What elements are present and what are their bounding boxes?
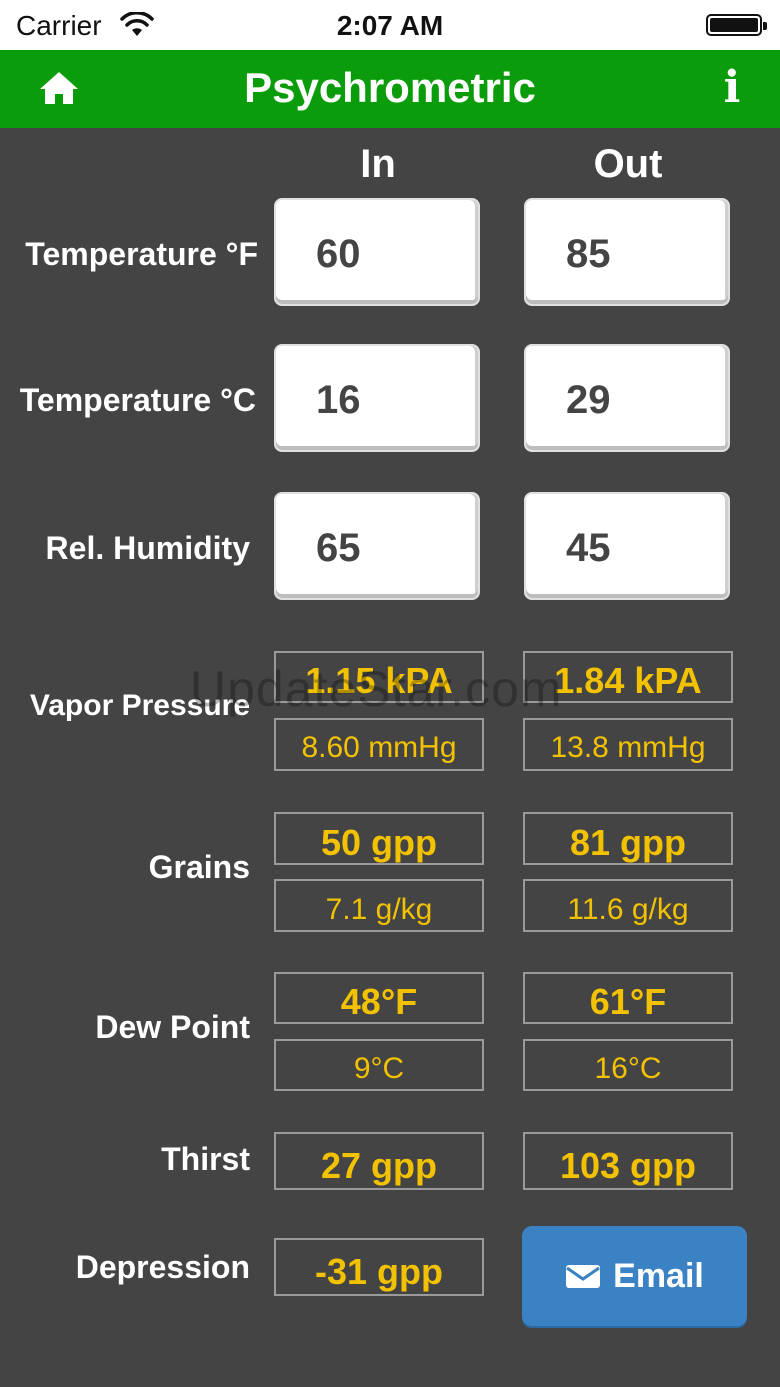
temperature-c-in-field[interactable]: 16 — [274, 344, 480, 452]
email-button[interactable]: Email — [522, 1226, 747, 1326]
clock: 2:07 AM — [336, 10, 444, 41]
temperature-f-label: Temperature °F — [25, 236, 258, 272]
thirst-out-value: 103 gpp — [523, 1132, 733, 1190]
temperature-c-in-value: 16 — [316, 378, 361, 422]
info-icon[interactable]: i — [712, 64, 752, 112]
rel-humidity-in-value: 65 — [316, 526, 361, 570]
rel-humidity-out-field[interactable]: 45 — [524, 492, 730, 600]
battery-icon — [706, 14, 767, 36]
temperature-f-in-value: 60 — [316, 232, 361, 276]
temperature-f-in-field[interactable]: 60 — [274, 198, 480, 306]
dew-point-label: Dew Point — [95, 1009, 250, 1045]
grains-out-gkg: 11.6 g/kg — [523, 879, 733, 932]
grains-in-gpp: 50 gpp — [274, 812, 484, 865]
envelope-icon — [566, 1265, 601, 1288]
watermark: UpdateStar.com — [190, 661, 563, 717]
rel-humidity-label: Rel. Humidity — [45, 530, 250, 566]
vapor-pressure-in-mmhg: 8.60 mmHg — [274, 718, 484, 771]
temperature-c-out-value: 29 — [566, 378, 611, 422]
page-title: Psychrometric — [244, 64, 536, 111]
depression-in-value: -31 gpp — [274, 1238, 484, 1296]
temperature-c-out-field[interactable]: 29 — [524, 344, 730, 452]
temperature-f-out-field[interactable]: 85 — [524, 198, 730, 306]
depression-label: Depression — [75, 1249, 250, 1285]
thirst-label: Thirst — [161, 1141, 250, 1177]
dew-point-out-c: 16°C — [523, 1039, 733, 1091]
dew-point-in-f: 48°F — [274, 972, 484, 1024]
column-header-in: In — [360, 142, 396, 186]
nav-bar: Psychrometric i — [0, 50, 780, 128]
vapor-pressure-out-mmhg: 13.8 mmHg — [523, 718, 733, 771]
email-button-label: Email — [613, 1256, 704, 1295]
temperature-f-out-value: 85 — [566, 232, 611, 276]
column-header-out: Out — [593, 142, 663, 186]
rel-humidity-out-value: 45 — [566, 526, 611, 570]
temperature-c-label: Temperature °C — [19, 382, 256, 418]
thirst-in-value: 27 gpp — [274, 1132, 484, 1190]
dew-point-in-c: 9°C — [274, 1039, 484, 1091]
grains-label: Grains — [148, 849, 250, 885]
grains-in-gkg: 7.1 g/kg — [274, 879, 484, 932]
rel-humidity-in-field[interactable]: 65 — [274, 492, 480, 600]
grains-out-gpp: 81 gpp — [523, 812, 733, 865]
status-bar: Carrier 2:07 AM — [0, 0, 780, 50]
dew-point-out-f: 61°F — [523, 972, 733, 1024]
